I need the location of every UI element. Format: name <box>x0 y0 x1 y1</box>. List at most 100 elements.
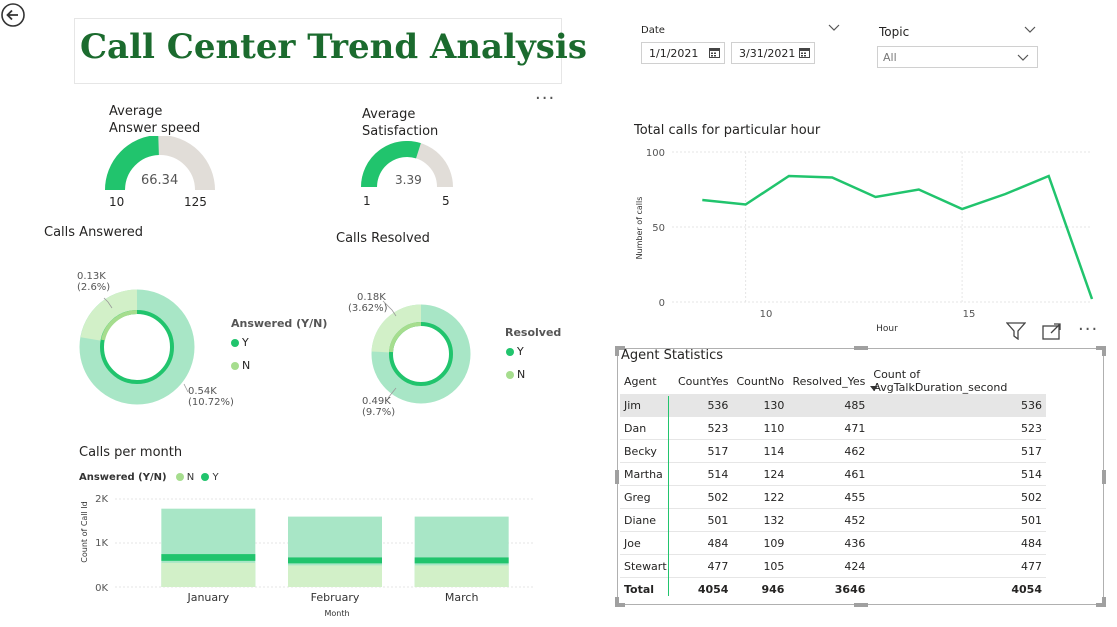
bar-n-lower[interactable] <box>288 565 382 587</box>
resize-handle[interactable] <box>615 470 619 484</box>
legend-item-y[interactable]: Y <box>506 345 524 358</box>
resize-handle[interactable] <box>1102 346 1106 356</box>
legend-item-y[interactable]: Y <box>231 336 249 349</box>
value-cell: 502 <box>869 485 1046 509</box>
value-cell: 436 <box>788 531 870 555</box>
table-row[interactable]: Dan 523 110 471 523 <box>620 416 1046 440</box>
y-axis-title: Count of Call Id <box>80 501 89 562</box>
more-options-icon[interactable]: ··· <box>1078 321 1098 339</box>
agent-name-cell: Joe <box>620 531 674 555</box>
x-tick-label: February <box>311 591 360 604</box>
gauge-speed-max: 125 <box>184 195 207 209</box>
calls-per-month-chart: Count of Call Id 2K 1K 0K Month January F… <box>80 494 535 618</box>
x-tick-label: January <box>186 591 229 604</box>
table-row[interactable]: Greg 502 122 455 502 <box>620 485 1046 509</box>
table-row[interactable]: Stewart 477 105 424 477 <box>620 554 1046 578</box>
agent-name-cell: Martha <box>620 462 674 486</box>
page-title: Call Center Trend Analysis <box>80 27 587 67</box>
column-divider <box>668 396 669 596</box>
chevron-down-icon <box>1017 54 1029 61</box>
table-row[interactable]: Diane 501 132 452 501 <box>620 508 1046 532</box>
table-row[interactable]: Jim 536 130 485 536 <box>620 394 1046 417</box>
legend-dot-icon <box>231 339 239 347</box>
total-value-cell: 3646 <box>834 582 866 596</box>
legend-dot-icon <box>506 348 514 356</box>
value-cell: 523 <box>869 416 1046 440</box>
value-cell: 130 <box>732 394 789 417</box>
column-header-agent[interactable]: Agent <box>620 368 674 394</box>
resize-handle[interactable] <box>1102 470 1106 484</box>
topic-dropdown[interactable]: All <box>877 46 1038 68</box>
date-to-input[interactable]: 3/31/2021 <box>731 42 815 64</box>
back-button[interactable] <box>0 2 26 28</box>
value-cell: 122 <box>732 485 789 509</box>
value-cell: 484 <box>674 531 733 555</box>
value-cell: 424 <box>788 554 870 578</box>
calls-answered-title: Calls Answered <box>44 225 144 240</box>
focus-mode-icon[interactable] <box>1042 323 1062 340</box>
resize-handle[interactable] <box>615 597 619 607</box>
chevron-down-icon[interactable] <box>828 24 840 32</box>
bar-n-lower[interactable] <box>161 562 256 587</box>
y-tick-label: 1K <box>95 538 108 549</box>
table-row[interactable]: Martha 514 124 461 514 <box>620 462 1046 486</box>
series-line[interactable] <box>702 174 1094 300</box>
column-header-countno[interactable]: CountNo <box>732 368 788 394</box>
bar-y[interactable] <box>161 554 256 561</box>
gauge-speed-min: 10 <box>109 195 125 209</box>
value-cell: 455 <box>788 485 870 509</box>
value-cell: 536 <box>869 394 1046 417</box>
table-row[interactable]: Joe 484 109 436 484 <box>620 531 1046 555</box>
value-cell: 461 <box>788 462 870 486</box>
legend-item-n[interactable]: N <box>506 368 525 381</box>
sort-descending-icon <box>870 386 879 391</box>
chevron-down-icon[interactable] <box>1024 26 1036 34</box>
legend-dot-icon <box>175 473 184 481</box>
bar-y[interactable] <box>288 557 382 564</box>
value-cell: 502 <box>674 485 733 509</box>
filter-icon[interactable] <box>1006 322 1026 340</box>
value-cell: 517 <box>674 439 733 463</box>
column-header-avgtalkduration[interactable]: Count of AvgTalkDuration_second <box>869 368 1046 394</box>
date-from-input[interactable]: 1/1/2021 <box>641 42 725 64</box>
legend-item-n[interactable]: N <box>231 359 250 372</box>
answered-n-label: 0.13K (2.6%) <box>77 271 111 293</box>
bar-y[interactable] <box>414 557 509 564</box>
table-row[interactable]: Becky 517 114 462 517 <box>620 439 1046 463</box>
resize-handle[interactable] <box>854 603 868 607</box>
legend-item-n[interactable]: N <box>187 472 194 483</box>
agent-stats-title: Agent Statistics <box>621 348 724 363</box>
resize-handle[interactable] <box>1102 597 1106 607</box>
agent-stats-table: Agent CountYes CountNo Resolved_Yes Coun… <box>620 368 1046 600</box>
resolved-legend-title: Resolved <box>505 326 562 339</box>
value-cell: 109 <box>732 531 789 555</box>
calendar-icon[interactable] <box>799 47 810 58</box>
more-options-icon[interactable]: ··· <box>535 90 555 108</box>
gauge-speed-title: Average Answer speed <box>109 104 201 136</box>
agent-name-cell: Dan <box>620 416 674 440</box>
total-value-cell: 946 <box>761 582 785 596</box>
agent-name-cell: Diane <box>620 508 674 532</box>
calendar-icon[interactable] <box>709 47 720 58</box>
value-cell: 477 <box>674 554 733 578</box>
x-axis-title: Hour <box>876 324 898 334</box>
date-slicer-label: Date <box>641 25 665 36</box>
bar-n-lower[interactable] <box>414 565 509 587</box>
value-cell: 523 <box>674 416 733 440</box>
resize-handle[interactable] <box>615 346 619 356</box>
x-tick-label: March <box>445 591 479 604</box>
agent-name-cell: Becky <box>620 439 674 463</box>
x-tick-label: 15 <box>963 309 976 320</box>
gauge-satisfaction-min: 1 <box>363 194 371 208</box>
resize-handle[interactable] <box>854 346 868 350</box>
legend-item-y[interactable]: Y <box>212 472 218 483</box>
value-cell: 110 <box>732 416 789 440</box>
y-axis-title: Number of calls <box>635 197 644 260</box>
answered-y-label: 0.54K (10.72%) <box>188 386 234 408</box>
calls-per-hour-title: Total calls for particular hour <box>634 123 821 138</box>
column-header-resolved-yes[interactable]: Resolved_Yes <box>788 368 869 394</box>
value-cell: 517 <box>869 439 1046 463</box>
y-tick-label: 100 <box>646 148 665 159</box>
column-header-countyes[interactable]: CountYes <box>674 368 732 394</box>
agent-name-cell: Jim <box>620 394 674 417</box>
